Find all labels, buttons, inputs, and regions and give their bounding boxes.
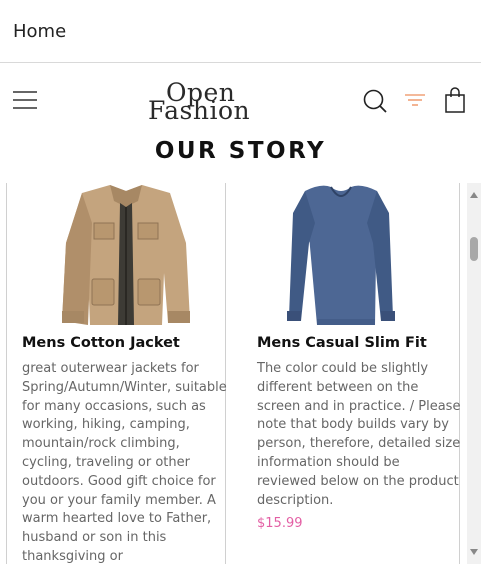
scrollbar-thumb[interactable] xyxy=(470,237,478,261)
product-name[interactable]: Mens Casual Slim Fit xyxy=(257,335,427,351)
search-icon[interactable] xyxy=(363,89,387,113)
logo[interactable]: Open Fashion xyxy=(148,78,252,125)
home-link[interactable]: Home xyxy=(13,21,66,42)
top-bar: Home xyxy=(0,0,481,63)
product-description: The color could be slightly different be… xyxy=(257,361,461,508)
menu-icon[interactable] xyxy=(12,90,38,110)
product-name[interactable]: Mens Cotton Jacket xyxy=(22,335,180,351)
jacket-image[interactable] xyxy=(22,183,240,327)
bag-icon[interactable] xyxy=(444,87,466,113)
product-grid: Mens Cotton Jacket great outerwear jacke… xyxy=(0,183,467,564)
scrollbar[interactable] xyxy=(467,183,481,564)
page-title: OUR STORY xyxy=(154,138,327,164)
scroll-up-arrow-icon[interactable] xyxy=(470,192,478,198)
shirt-image[interactable] xyxy=(257,183,467,327)
filter-icon[interactable] xyxy=(404,93,426,107)
scroll-down-arrow-icon[interactable] xyxy=(470,549,478,555)
logo-line-2: Fashion xyxy=(148,96,251,125)
product-price: $15.99 xyxy=(257,516,303,531)
product-description: great outerwear jackets for Spring/Autum… xyxy=(22,361,227,564)
column-divider xyxy=(6,183,7,564)
